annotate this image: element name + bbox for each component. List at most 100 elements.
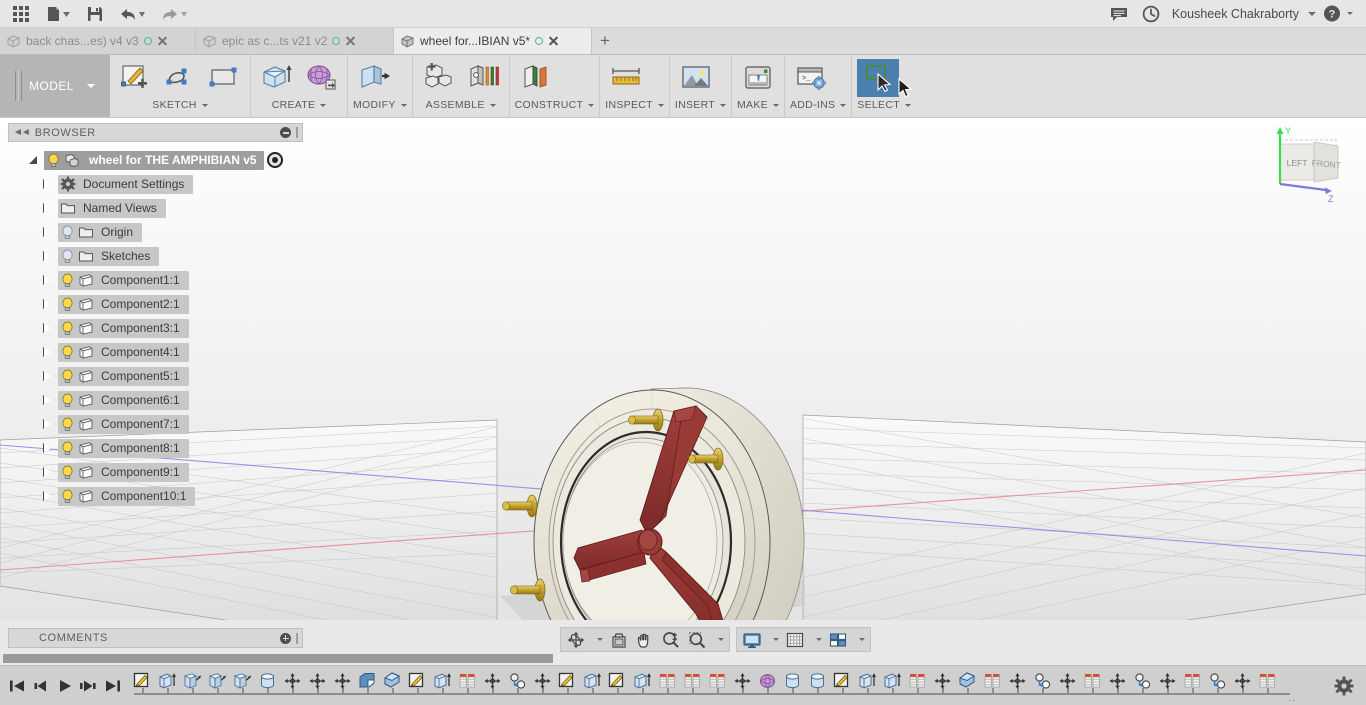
tree-item-component3[interactable]: Component3:1 [0, 316, 310, 340]
ribbon-group-insert-label[interactable]: INSERT [675, 97, 726, 111]
timeline-feature-shell-icon[interactable] [955, 669, 980, 693]
ribbon-group-construct-label[interactable]: CONSTRUCT [515, 97, 595, 111]
add-comment-icon[interactable] [280, 633, 291, 644]
scrollbar-thumb[interactable] [3, 654, 553, 663]
document-tab-1[interactable]: epic as c...ts v21 v2 [196, 28, 394, 54]
expand-toggle-icon[interactable] [36, 271, 58, 290]
timeline-feature-move-icon[interactable] [280, 669, 305, 693]
light-bulb-icon[interactable] [58, 247, 76, 266]
light-bulb-icon[interactable] [44, 151, 62, 170]
tree-item-sketches[interactable]: Sketches [0, 244, 310, 268]
chevron-down-icon[interactable] [851, 629, 868, 651]
light-bulb-icon[interactable] [58, 319, 76, 338]
expand-toggle-icon[interactable] [36, 199, 58, 218]
tree-item-component5[interactable]: Component5:1 [0, 364, 310, 388]
save-icon[interactable] [80, 2, 110, 26]
close-icon[interactable] [345, 36, 356, 47]
expand-toggle-icon[interactable] [36, 487, 58, 506]
ribbon-group-select-label[interactable]: SELECT [857, 97, 911, 111]
chevron-down-icon[interactable] [710, 629, 727, 651]
timeline-track[interactable]: .. [130, 666, 1332, 705]
zoom-icon[interactable] [658, 629, 684, 651]
timeline-feature-sketch-icon[interactable] [130, 669, 155, 693]
light-bulb-icon[interactable] [58, 271, 76, 290]
light-bulb-icon[interactable] [58, 367, 76, 386]
new-component-icon[interactable] [418, 59, 460, 97]
tree-item-component8[interactable]: Component8:1 [0, 436, 310, 460]
comments-panel-header[interactable]: COMMENTS [8, 628, 303, 648]
timeline-feature-move-icon[interactable] [730, 669, 755, 693]
file-icon[interactable] [38, 2, 78, 26]
ribbon-group-addins-label[interactable]: ADD-INS [790, 97, 846, 111]
timeline-feature-move-icon[interactable] [530, 669, 555, 693]
ribbon-group-create-label[interactable]: CREATE [256, 97, 342, 111]
timeline-feature-move-icon[interactable] [1055, 669, 1080, 693]
timeline-feature-sketch-icon[interactable] [555, 669, 580, 693]
timeline-feature-move-icon[interactable] [330, 669, 355, 693]
chevron-down-icon[interactable] [589, 629, 606, 651]
light-bulb-icon[interactable] [58, 391, 76, 410]
tree-item-component9[interactable]: Component9:1 [0, 460, 310, 484]
chevron-down-icon[interactable] [765, 629, 782, 651]
tree-item-component4[interactable]: Component4:1 [0, 340, 310, 364]
tree-item-document-settings[interactable]: Document Settings [0, 172, 310, 196]
collapse-left-icon[interactable]: ◄◄ [13, 127, 29, 138]
timeline-feature-rigid-group-icon[interactable] [905, 669, 930, 693]
timeline-feature-joint-icon[interactable] [505, 669, 530, 693]
timeline-feature-move-icon[interactable] [305, 669, 330, 693]
timeline-feature-press-pull-icon[interactable] [180, 669, 205, 693]
create-sketch-icon[interactable] [115, 59, 157, 97]
ribbon-group-assemble-label[interactable]: ASSEMBLE [418, 97, 504, 111]
expand-toggle-icon[interactable] [36, 343, 58, 362]
pan-icon[interactable] [632, 629, 658, 651]
ribbon-group-inspect-label[interactable]: INSPECT [605, 97, 664, 111]
expand-toggle-icon[interactable] [36, 319, 58, 338]
timeline-feature-rigid-group-icon[interactable] [705, 669, 730, 693]
view-cube[interactable]: LEFT FRONT Y Z [1258, 118, 1358, 213]
timeline-feature-move-icon[interactable] [1005, 669, 1030, 693]
tree-item-component2[interactable]: Component2:1 [0, 292, 310, 316]
rectangle-icon[interactable] [203, 59, 245, 97]
expand-toggle-icon[interactable] [36, 391, 58, 410]
select-cursor-icon[interactable] [857, 59, 899, 97]
close-icon[interactable] [548, 36, 559, 47]
close-icon[interactable] [157, 36, 168, 47]
timeline-feature-extrude-icon[interactable] [155, 669, 180, 693]
tree-item-origin[interactable]: Origin [0, 220, 310, 244]
grid-snap-icon[interactable] [782, 629, 808, 651]
panel-resize-handle[interactable] [296, 127, 298, 138]
document-tab-0[interactable]: back chas...es) v4 v3 [0, 28, 196, 54]
construct-plane-icon[interactable] [515, 59, 557, 97]
timeline-feature-press-pull-icon[interactable] [230, 669, 255, 693]
timeline-feature-create-form-icon[interactable] [755, 669, 780, 693]
play-icon[interactable] [54, 673, 76, 699]
timeline-feature-revolve-icon[interactable] [255, 669, 280, 693]
go-to-end-icon[interactable] [102, 673, 124, 699]
timeline-feature-joint-icon[interactable] [1030, 669, 1055, 693]
app-grid-icon[interactable] [6, 2, 36, 26]
orbit-icon[interactable] [563, 629, 589, 651]
expand-toggle-icon[interactable] [36, 223, 58, 242]
create-form-icon[interactable] [300, 59, 342, 97]
chevron-down-icon[interactable] [808, 629, 825, 651]
timeline-feature-shell-icon[interactable] [380, 669, 405, 693]
timeline-feature-revolve-icon[interactable] [805, 669, 830, 693]
workspace-selector[interactable]: MODEL [0, 55, 110, 117]
timeline-feature-move-icon[interactable] [1105, 669, 1130, 693]
timeline-feature-move-icon[interactable] [1155, 669, 1180, 693]
expand-toggle-icon[interactable] [36, 367, 58, 386]
spline-icon[interactable] [159, 59, 201, 97]
expand-toggle-icon[interactable] [36, 463, 58, 482]
light-bulb-icon[interactable] [58, 295, 76, 314]
light-bulb-icon[interactable] [58, 415, 76, 434]
timeline-feature-extrude-icon[interactable] [880, 669, 905, 693]
expand-toggle-icon[interactable] [36, 439, 58, 458]
zoom-window-icon[interactable] [684, 629, 710, 651]
tree-item-component7[interactable]: Component7:1 [0, 412, 310, 436]
undo-icon[interactable] [112, 2, 152, 26]
light-bulb-icon[interactable] [58, 223, 76, 242]
timeline-feature-joint-icon[interactable] [1130, 669, 1155, 693]
timeline-feature-move-icon[interactable] [480, 669, 505, 693]
user-menu[interactable]: Kousheek Chakraborty [1168, 2, 1316, 26]
tree-item-named-views[interactable]: Named Views [0, 196, 310, 220]
